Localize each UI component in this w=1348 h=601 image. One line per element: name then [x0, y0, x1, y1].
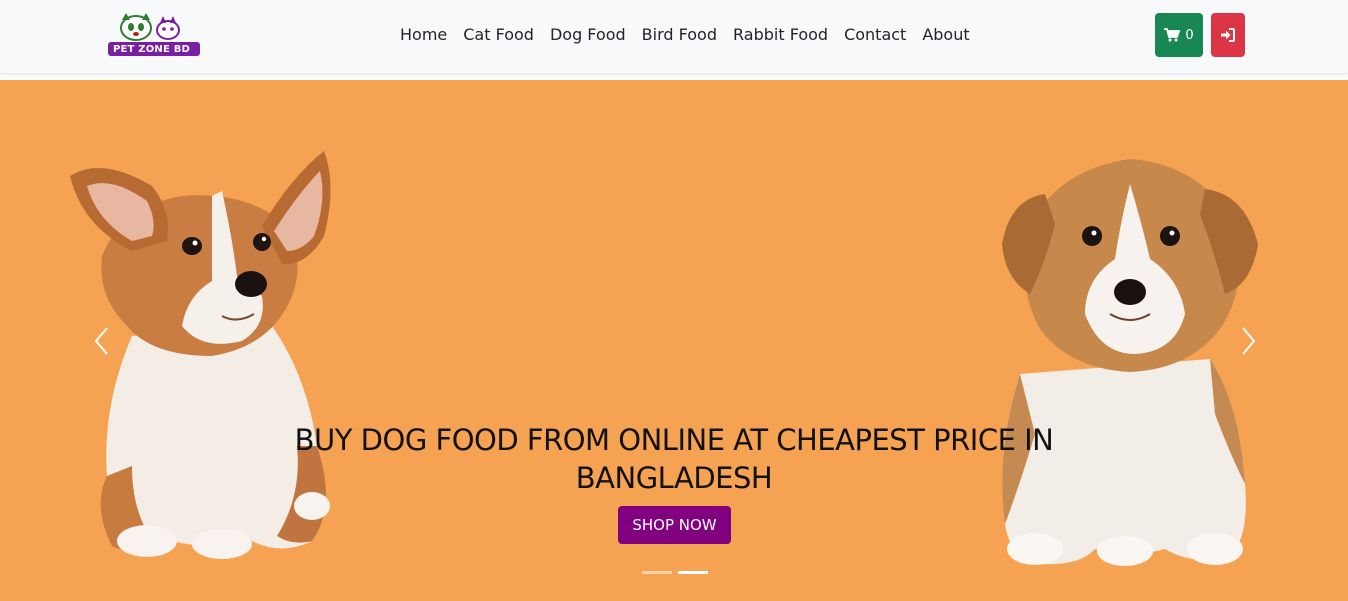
carousel-next-icon[interactable]: [1238, 326, 1258, 356]
hero-carousel: BUY DOG FOOD FROM ONLINE AT CHEAPEST PRI…: [0, 80, 1348, 601]
sign-in-icon: [1221, 28, 1235, 42]
nav-link-home[interactable]: Home: [392, 24, 455, 46]
nav-link-dog-food[interactable]: Dog Food: [542, 24, 634, 46]
nav-link-rabbit-food[interactable]: Rabbit Food: [725, 24, 836, 46]
main-nav: Home Cat Food Dog Food Bird Food Rabbit …: [392, 24, 978, 46]
carousel-indicators: [642, 571, 708, 574]
nav-link-contact[interactable]: Contact: [836, 24, 914, 46]
nav-link-bird-food[interactable]: Bird Food: [634, 24, 725, 46]
carousel-indicator-1[interactable]: [642, 571, 672, 574]
nav-link-cat-food[interactable]: Cat Food: [455, 24, 542, 46]
cart-icon: [1164, 28, 1181, 42]
carousel-caption: BUY DOG FOOD FROM ONLINE AT CHEAPEST PRI…: [250, 421, 1098, 497]
carousel-indicator-2[interactable]: [678, 571, 708, 574]
nav-link-about[interactable]: About: [914, 24, 977, 46]
login-button[interactable]: [1211, 13, 1245, 57]
beagle-puppy-image: [1002, 159, 1258, 566]
logo-text: PET ZONE BD: [110, 44, 194, 56]
shop-now-button[interactable]: SHOP NOW: [618, 506, 731, 544]
hero-title: BUY DOG FOOD FROM ONLINE AT CHEAPEST PRI…: [294, 423, 1054, 495]
navbar: PET ZONE BD Home Cat Food Dog Food Bird …: [0, 0, 1348, 74]
cart-count: 0: [1185, 27, 1194, 43]
carousel-prev-icon[interactable]: [92, 326, 112, 356]
cart-button[interactable]: 0: [1155, 13, 1203, 57]
